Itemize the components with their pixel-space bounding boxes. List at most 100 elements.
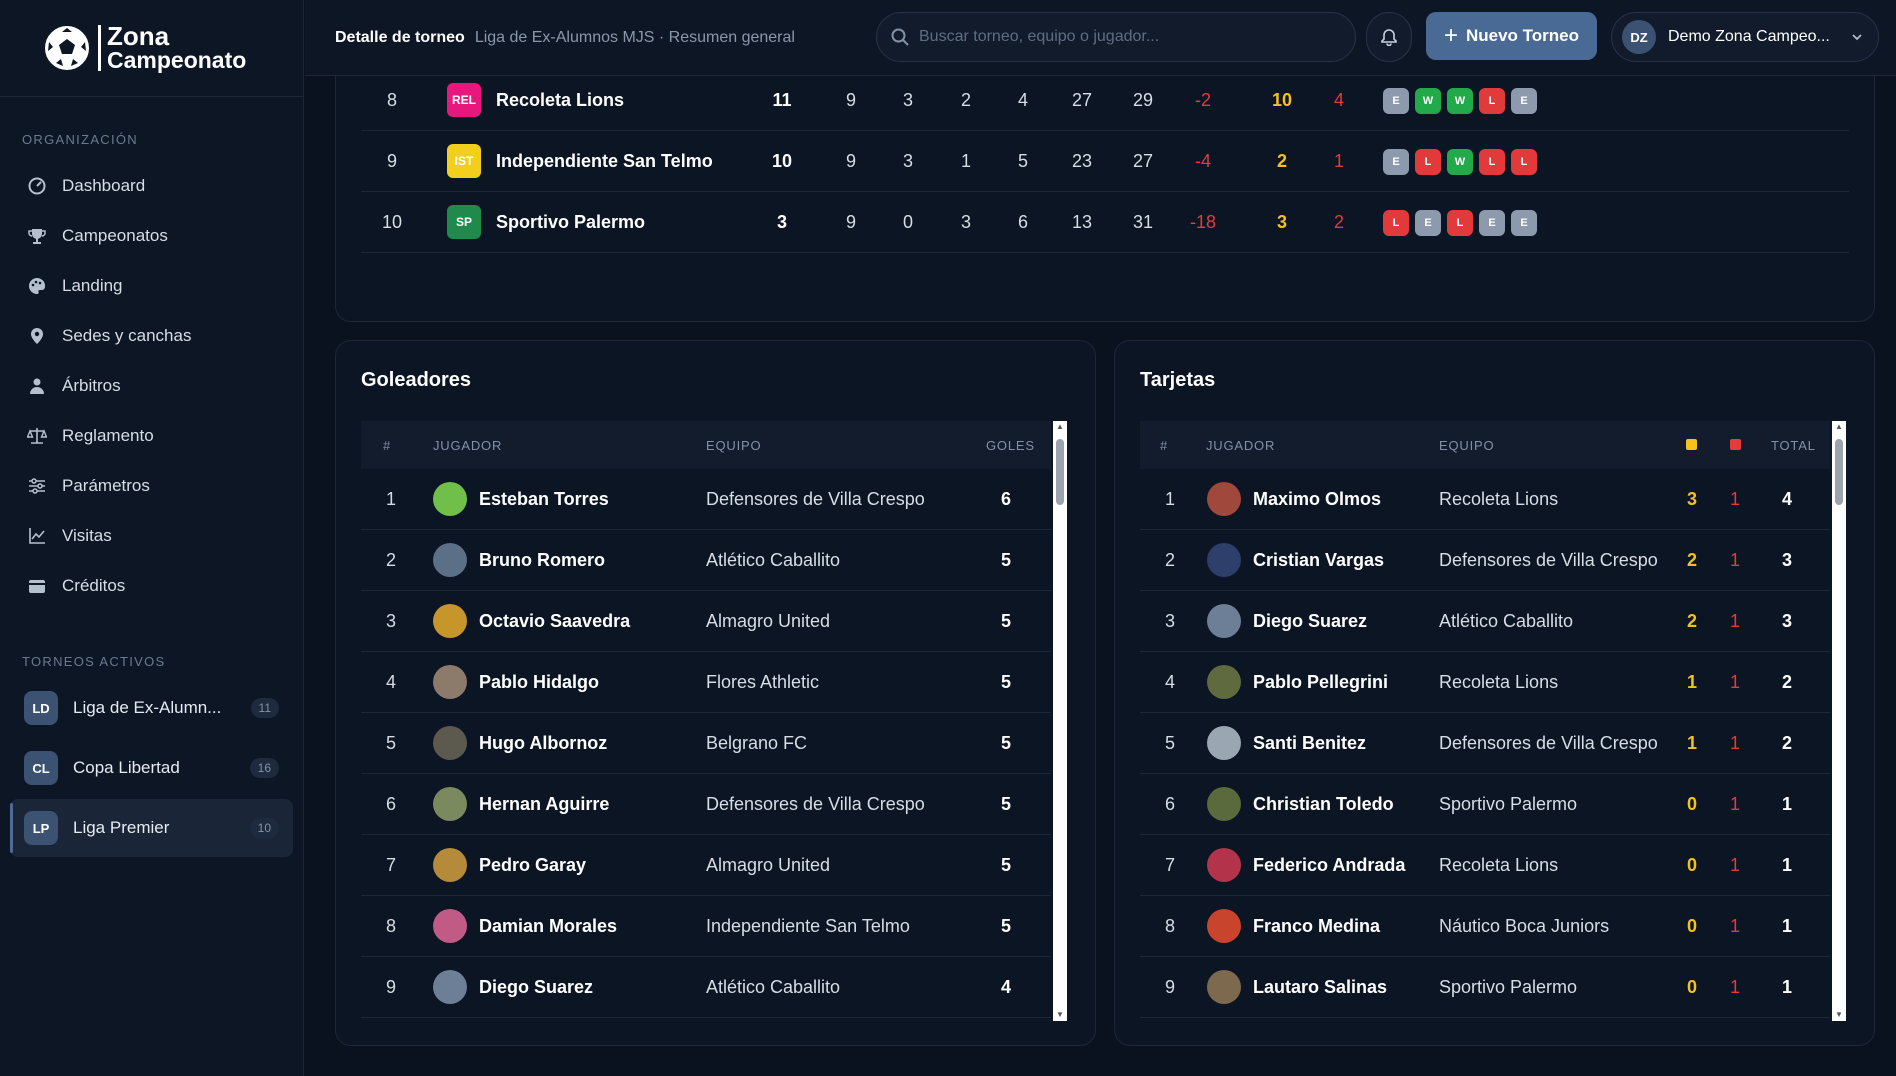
yellow-cards-value: 0	[1686, 916, 1697, 936]
player-name[interactable]: Pedro Garay	[479, 835, 586, 896]
sidebar-item-creditos[interactable]: Créditos	[0, 561, 303, 611]
team-name[interactable]: Defensores de Villa Crespo	[706, 774, 925, 835]
team-name[interactable]: Recoleta Lions	[1439, 652, 1558, 713]
standings-gc: 31	[1132, 212, 1154, 232]
goals-value: 5	[1000, 672, 1011, 692]
sidebar-item-parametros[interactable]: Parámetros	[0, 461, 303, 511]
player-name[interactable]: Cristian Vargas	[1253, 530, 1384, 591]
new-tournament-button[interactable]: + Nuevo Torneo	[1426, 12, 1597, 60]
tournament-item-liga-premier[interactable]: LP Liga Premier 10	[10, 799, 293, 857]
team-name[interactable]: Recoleta Lions	[1439, 469, 1558, 530]
player-name[interactable]: Diego Suarez	[479, 957, 593, 1018]
player-name[interactable]: Christian Toledo	[1253, 774, 1394, 835]
goals-value: 5	[1000, 733, 1011, 753]
table-row[interactable]: 9 Diego Suarez Atlético Caballito 4	[361, 957, 1051, 1018]
scorers-scrollbar[interactable]: ▲ ▼	[1053, 421, 1067, 1021]
table-row[interactable]: 4 Pablo Pellegrini Recoleta Lions 1 1 2	[1140, 652, 1830, 713]
table-row[interactable]: 5 Hugo Albornoz Belgrano FC 5	[361, 713, 1051, 774]
team-name[interactable]: Sportivo Palermo	[1439, 774, 1577, 835]
table-row[interactable]: 2 Bruno Romero Atlético Caballito 5	[361, 530, 1051, 591]
sidebar-item-reglamento[interactable]: Reglamento	[0, 411, 303, 461]
notifications-button[interactable]	[1366, 12, 1412, 62]
team-name[interactable]: Atlético Caballito	[1439, 591, 1573, 652]
team-name[interactable]: Defensores de Villa Crespo	[1439, 713, 1658, 774]
table-row[interactable]: 7 Federico Andrada Recoleta Lions 0 1 1	[1140, 835, 1830, 896]
team-name[interactable]: Defensores de Villa Crespo	[1439, 530, 1658, 591]
player-name[interactable]: Pablo Hidalgo	[479, 652, 599, 713]
table-row[interactable]: 7 Pedro Garay Almagro United 5	[361, 835, 1051, 896]
table-row[interactable]: 3 Diego Suarez Atlético Caballito 2 1 3	[1140, 591, 1830, 652]
standings-gf: 23	[1071, 151, 1093, 171]
team-name[interactable]: Independiente San Telmo	[706, 896, 910, 957]
sidebar-item-landing[interactable]: Landing	[0, 261, 303, 311]
scroll-thumb[interactable]	[1056, 439, 1064, 505]
user-menu[interactable]: DZ Demo Zona Campeo...	[1611, 12, 1879, 62]
team-name[interactable]: Belgrano FC	[706, 713, 807, 774]
red-cards-value: 1	[1729, 550, 1740, 570]
table-row[interactable]: 6 Hernan Aguirre Defensores de Villa Cresp…	[361, 774, 1051, 835]
player-name[interactable]: Franco Medina	[1253, 896, 1380, 957]
team-name[interactable]: Defensores de Villa Crespo	[706, 469, 925, 530]
team-name[interactable]: Recoleta Lions	[496, 70, 624, 131]
player-name[interactable]: Hernan Aguirre	[479, 774, 609, 835]
avatar	[433, 482, 467, 516]
table-row[interactable]: 2 Cristian Vargas Defensores de Villa Cres…	[1140, 530, 1830, 591]
sidebar-item-sedes[interactable]: Sedes y canchas	[0, 311, 303, 361]
col-player: JUGADOR	[1206, 437, 1276, 453]
col-team: EQUIPO	[706, 437, 762, 453]
standings-row[interactable]: 10 SP Sportivo Palermo 3 9 0 3 6 13 31 -18 3 2 L E L E E	[361, 192, 1849, 253]
sidebar-item-dashboard[interactable]: Dashboard	[0, 161, 303, 211]
table-row[interactable]: 4 Pablo Hidalgo Flores Athletic 5	[361, 652, 1051, 713]
table-row[interactable]: 6 Christian Toledo Sportivo Palermo 0 1 1	[1140, 774, 1830, 835]
brand-logo[interactable]: Zona Campeonato	[0, 0, 303, 97]
team-name[interactable]: Sportivo Palermo	[1439, 957, 1577, 1018]
scroll-down-icon[interactable]: ▼	[1056, 1011, 1064, 1019]
breadcrumb-main[interactable]: Detalle de torneo	[335, 29, 465, 47]
player-name[interactable]: Pablo Pellegrini	[1253, 652, 1388, 713]
avatar	[1207, 970, 1241, 1004]
team-name[interactable]: Recoleta Lions	[1439, 835, 1558, 896]
player-name[interactable]: Maximo Olmos	[1253, 469, 1381, 530]
table-row[interactable]: 1 Maximo Olmos Recoleta Lions 3 1 4	[1140, 469, 1830, 530]
team-name[interactable]: Independiente San Telmo	[496, 131, 713, 192]
scroll-down-icon[interactable]: ▼	[1835, 1011, 1843, 1019]
sidebar-item-campeonatos[interactable]: Campeonatos	[0, 211, 303, 261]
team-name[interactable]: Atlético Caballito	[706, 957, 840, 1018]
player-name[interactable]: Esteban Torres	[479, 469, 609, 530]
team-name[interactable]: Sportivo Palermo	[496, 192, 645, 253]
player-name[interactable]: Octavio Saavedra	[479, 591, 630, 652]
player-name[interactable]: Diego Suarez	[1253, 591, 1367, 652]
table-row[interactable]: 9 Lautaro Salinas Sportivo Palermo 0 1 1	[1140, 957, 1830, 1018]
team-name[interactable]: Atlético Caballito	[706, 530, 840, 591]
player-name[interactable]: Bruno Romero	[479, 530, 605, 591]
table-row[interactable]: 8 Franco Medina Náutico Boca Juniors 0 1 1	[1140, 896, 1830, 957]
standings-row[interactable]: 8 REL Recoleta Lions 11 9 3 2 4 27 29 -2 10 4 E W W L E	[361, 70, 1849, 131]
scroll-up-icon[interactable]: ▲	[1835, 423, 1843, 431]
player-name[interactable]: Lautaro Salinas	[1253, 957, 1387, 1018]
table-row[interactable]: 8 Damian Morales Independiente San Telmo 5	[361, 896, 1051, 957]
team-name[interactable]: Almagro United	[706, 835, 830, 896]
player-name[interactable]: Hugo Albornoz	[479, 713, 607, 774]
avatar	[433, 665, 467, 699]
table-row[interactable]: 3 Octavio Saavedra Almagro United 5	[361, 591, 1051, 652]
player-name[interactable]: Damian Morales	[479, 896, 617, 957]
search-box[interactable]	[876, 12, 1356, 62]
team-name[interactable]: Almagro United	[706, 591, 830, 652]
scroll-up-icon[interactable]: ▲	[1056, 423, 1064, 431]
standings-row[interactable]: 9 IST Independiente San Telmo 10 9 3 1 5 23 27 -4 2…	[361, 131, 1849, 192]
table-row[interactable]: 5 Santi Benitez Defensores de Villa Crespo…	[1140, 713, 1830, 774]
sidebar-item-label: Árbitros	[62, 376, 121, 395]
scroll-thumb[interactable]	[1835, 439, 1843, 505]
player-name[interactable]: Federico Andrada	[1253, 835, 1405, 896]
tournament-item-liga-ex-alumnos[interactable]: LD Liga de Ex-Alumn... 11	[10, 679, 293, 737]
tournament-item-copa-libertad[interactable]: CL Copa Libertad 16	[10, 739, 293, 797]
sidebar-item-visitas[interactable]: Visitas	[0, 511, 303, 561]
player-name[interactable]: Santi Benitez	[1253, 713, 1366, 774]
table-row[interactable]: 1 Esteban Torres Defensores de Villa Cresp…	[361, 469, 1051, 530]
search-input[interactable]	[919, 28, 1319, 46]
team-name[interactable]: Náutico Boca Juniors	[1439, 896, 1609, 957]
sidebar-item-arbitros[interactable]: Árbitros	[0, 361, 303, 411]
goals-value: 5	[1000, 550, 1011, 570]
cards-scrollbar[interactable]: ▲ ▼	[1832, 421, 1846, 1021]
team-name[interactable]: Flores Athletic	[706, 652, 819, 713]
